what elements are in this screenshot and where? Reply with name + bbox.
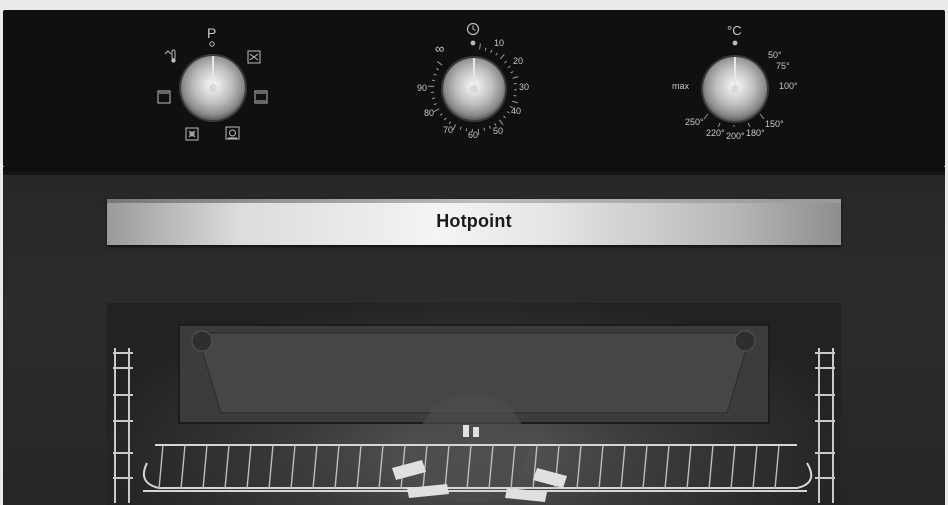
program-label: P: [207, 25, 217, 41]
temperature-indicator-dot: [732, 40, 738, 46]
temperature-unit-label: °C: [727, 23, 742, 38]
grill-icon: [247, 50, 261, 64]
fan-thermometer-icon: [164, 49, 176, 63]
fan-grill-icon: [225, 126, 240, 140]
temp-mark-max: max: [672, 81, 690, 91]
temp-mark-180: 180°: [746, 128, 765, 138]
oven-window: [107, 303, 841, 505]
bottom-heat-icon: [254, 90, 268, 104]
door-handle[interactable]: Hotpoint: [107, 199, 841, 245]
defrost-icon: [185, 127, 199, 141]
top-heat-icon: [157, 90, 171, 104]
program-knob[interactable]: [178, 53, 248, 123]
oven-interior: [113, 324, 835, 503]
temp-mark-75: 75°: [776, 61, 790, 71]
timer-knob[interactable]: [440, 55, 508, 123]
temperature-knob[interactable]: [700, 54, 770, 124]
temp-mark-220: 220°: [706, 128, 725, 138]
program-indicator-dot: [209, 41, 215, 47]
temp-mark-200: 200°: [726, 131, 745, 141]
brand-logo: Hotpoint: [436, 211, 512, 231]
temp-mark-100: 100°: [779, 81, 798, 91]
